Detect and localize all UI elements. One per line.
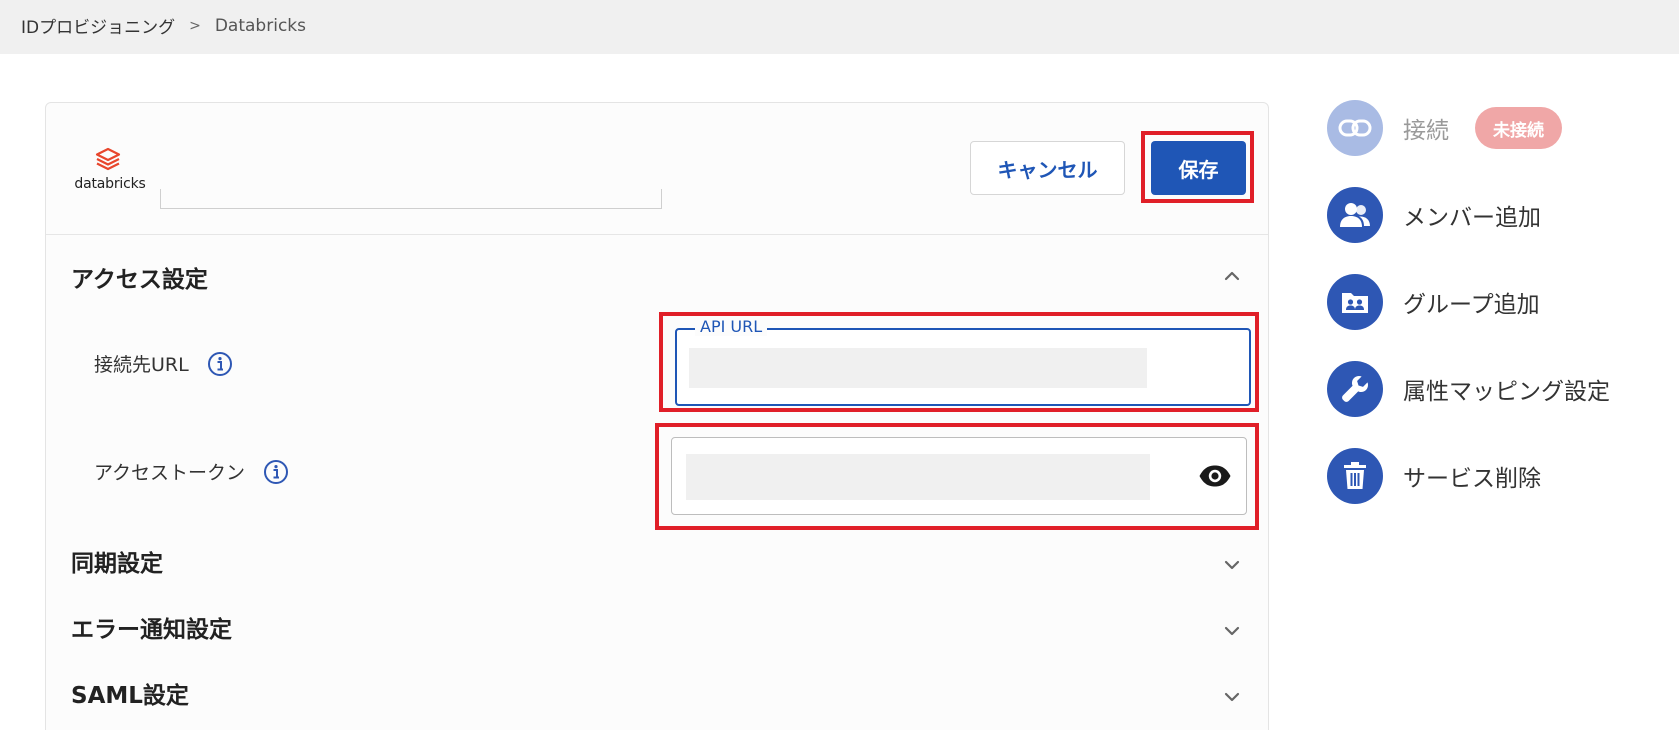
chevron-down-icon[interactable] bbox=[1221, 686, 1243, 708]
breadcrumb: IDプロビジョニング > Databricks bbox=[21, 13, 306, 39]
status-badge: 未接続 bbox=[1475, 107, 1562, 149]
sidebar-item-connect[interactable]: 接続 未接続 bbox=[1327, 100, 1562, 156]
service-name-field[interactable] bbox=[160, 189, 662, 209]
group-folder-icon bbox=[1327, 274, 1383, 330]
top-bar: IDプロビジョニング > Databricks bbox=[0, 0, 1679, 54]
chevron-down-icon[interactable] bbox=[1221, 554, 1243, 576]
access-token-highlight bbox=[655, 423, 1259, 530]
link-icon bbox=[1327, 100, 1383, 156]
trash-icon bbox=[1327, 448, 1383, 504]
token-field-label: アクセストークン bbox=[94, 458, 289, 485]
card-header: databricks キャンセル 保存 bbox=[46, 103, 1268, 235]
url-info-icon[interactable] bbox=[207, 351, 233, 377]
service-logo: databricks bbox=[70, 147, 160, 197]
access-token-value bbox=[686, 454, 1150, 500]
token-label-text: アクセストークン bbox=[94, 462, 246, 484]
chevron-up-icon[interactable] bbox=[1221, 265, 1243, 287]
sidebar-item-delete-service[interactable]: サービス削除 bbox=[1327, 448, 1541, 504]
sidebar-item-label: メンバー追加 bbox=[1403, 205, 1541, 231]
url-field-label: 接続先URL bbox=[94, 350, 233, 377]
sidebar-item-add-member[interactable]: メンバー追加 bbox=[1327, 187, 1541, 243]
service-logo-text: databricks bbox=[74, 176, 146, 192]
breadcrumb-root-link[interactable]: IDプロビジョニング bbox=[21, 13, 175, 38]
sidebar-item-attribute-mapping[interactable]: 属性マッピング設定 bbox=[1327, 361, 1610, 417]
token-info-icon[interactable] bbox=[263, 459, 289, 485]
api-url-floating-label: API URL bbox=[695, 318, 768, 336]
sidebar-item-label: グループ追加 bbox=[1403, 292, 1540, 318]
wrench-icon bbox=[1327, 361, 1383, 417]
save-button-highlight: 保存 bbox=[1141, 131, 1254, 203]
people-icon bbox=[1327, 187, 1383, 243]
databricks-logo-icon bbox=[95, 147, 121, 171]
service-settings-card: databricks キャンセル 保存 アクセス設定 接続先URL API UR… bbox=[45, 102, 1269, 730]
section-error-notify-title[interactable]: エラー通知設定 bbox=[71, 610, 232, 644]
sidebar-item-label: 接続 bbox=[1403, 118, 1449, 144]
save-button[interactable]: 保存 bbox=[1151, 141, 1246, 195]
section-access-title[interactable]: アクセス設定 bbox=[71, 260, 208, 294]
breadcrumb-separator: > bbox=[189, 17, 201, 34]
chevron-down-icon[interactable] bbox=[1221, 620, 1243, 642]
section-sync-title[interactable]: 同期設定 bbox=[71, 544, 163, 578]
api-url-value bbox=[689, 348, 1147, 388]
api-url-highlight: API URL bbox=[659, 312, 1259, 412]
cancel-button[interactable]: キャンセル bbox=[970, 141, 1125, 195]
access-token-input[interactable] bbox=[671, 437, 1247, 515]
sidebar-item-label: サービス削除 bbox=[1403, 466, 1541, 492]
eye-icon[interactable] bbox=[1198, 464, 1232, 488]
section-saml-title[interactable]: SAML設定 bbox=[71, 676, 189, 710]
sidebar-item-add-group[interactable]: グループ追加 bbox=[1327, 274, 1540, 330]
url-label-text: 接続先URL bbox=[94, 354, 189, 376]
sidebar-item-label: 属性マッピング設定 bbox=[1403, 379, 1610, 405]
api-url-input[interactable]: API URL bbox=[675, 318, 1251, 406]
breadcrumb-current: Databricks bbox=[214, 15, 306, 36]
